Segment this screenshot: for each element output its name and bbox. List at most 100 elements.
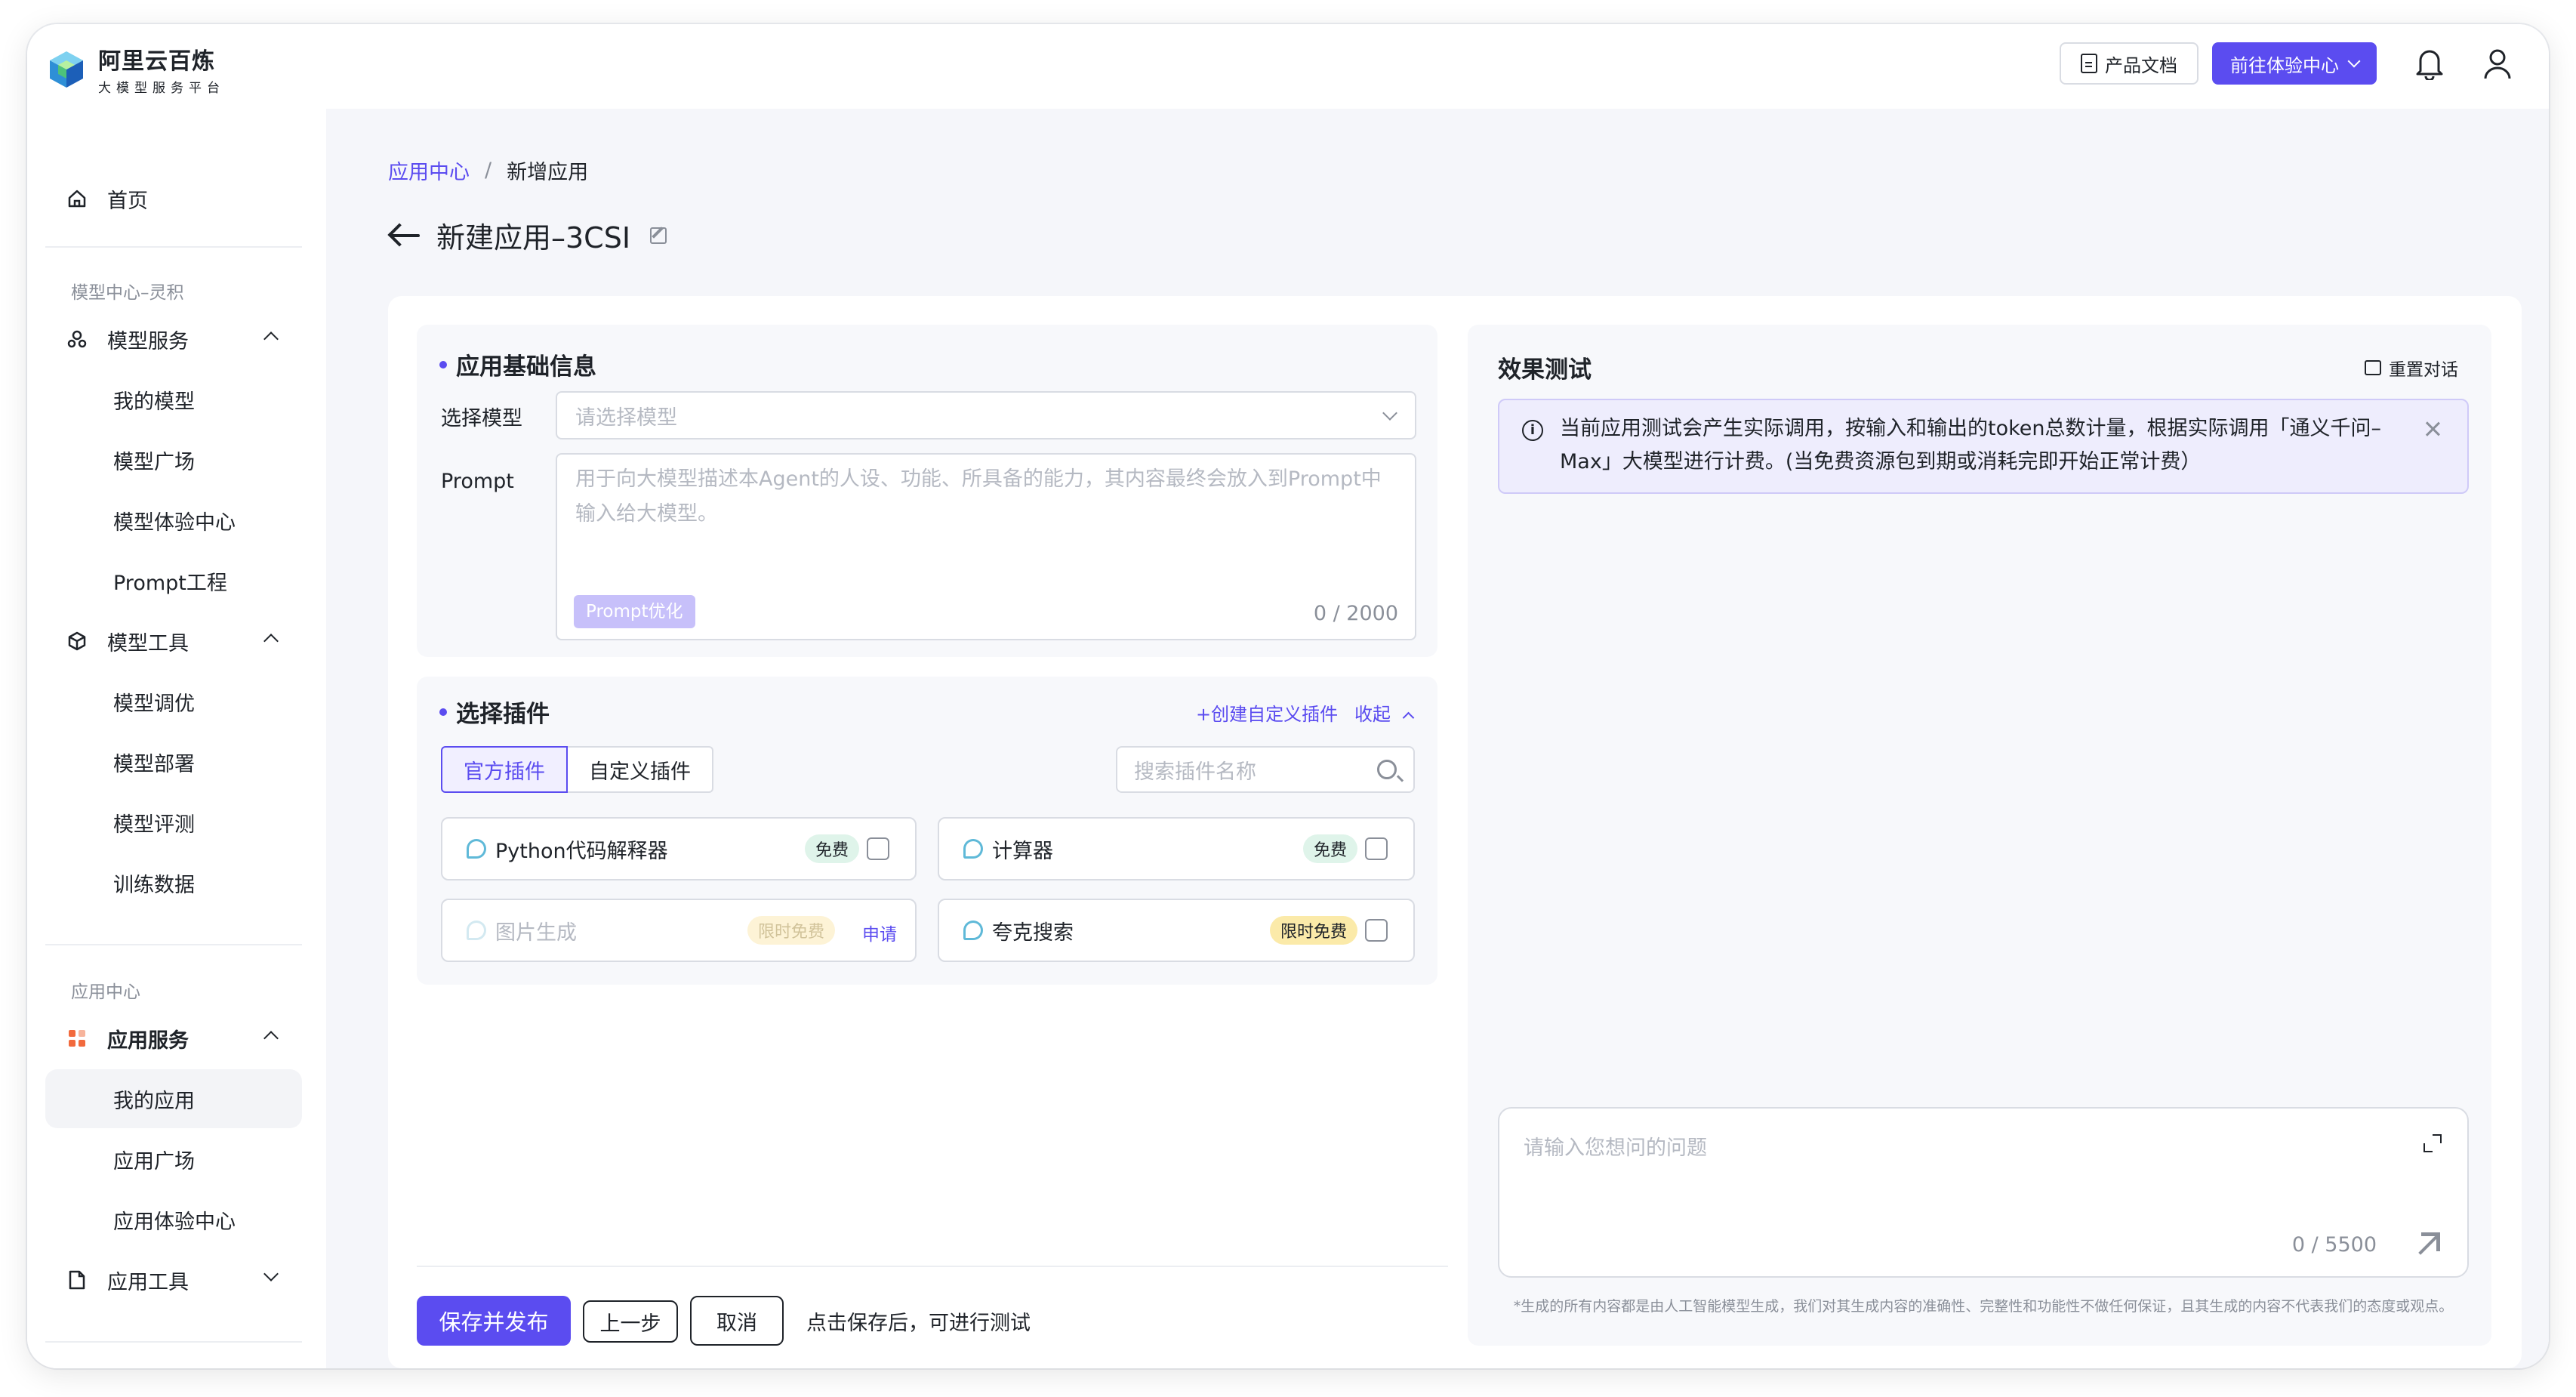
sidebar-item-model-tuning[interactable]: 模型调优 bbox=[45, 672, 302, 731]
prompt-placeholder: 用于向大模型描述本Agent的人设、功能、所具备的能力，其内容最终会放入到Pro… bbox=[575, 467, 1382, 526]
sidebar-item-my-models[interactable]: 我的模型 bbox=[45, 370, 302, 429]
app-window: 阿里云百炼 大模型服务平台 产品文档 前往体验中心 首页 模型中心–灵积 模型服… bbox=[27, 24, 2549, 1368]
edit-icon[interactable] bbox=[650, 227, 667, 244]
editor-card: 应用基础信息 选择模型 请选择模型 Prompt 用于向大模型描述本Agent的… bbox=[388, 296, 2522, 1368]
sidebar-item-app-experience[interactable]: 应用体验中心 bbox=[45, 1190, 302, 1249]
reset-conversation-label: 重置对话 bbox=[2389, 360, 2458, 380]
plugin-search-input[interactable]: 搜索插件名称 bbox=[1116, 746, 1415, 793]
chevron-down-icon bbox=[2347, 54, 2361, 68]
model-select[interactable]: 请选择模型 bbox=[556, 391, 1416, 439]
sidebar-group-label: 应用中心 bbox=[71, 982, 140, 1002]
user-icon[interactable] bbox=[2482, 47, 2513, 80]
back-arrow-icon[interactable] bbox=[388, 224, 421, 247]
info-icon: i bbox=[1522, 420, 1543, 441]
prompt-optimize-button[interactable]: Prompt优化 bbox=[574, 595, 695, 628]
create-plugin-link[interactable]: +创建自定义插件 bbox=[1196, 699, 1338, 726]
plugin-card-python[interactable]: Python代码解释器 免费 bbox=[441, 817, 917, 880]
question-input-counter: 0 / 5500 bbox=[2291, 1233, 2377, 1257]
docs-button[interactable]: 产品文档 bbox=[2060, 42, 2199, 85]
plugins-title: 选择插件 bbox=[439, 695, 550, 729]
reset-conversation-button[interactable]: 重置对话 bbox=[2365, 355, 2458, 381]
basic-info-title: 应用基础信息 bbox=[439, 347, 596, 381]
chevron-down-icon bbox=[1382, 406, 1397, 421]
sidebar-item-model-deploy[interactable]: 模型部署 bbox=[45, 732, 302, 791]
previous-step-button[interactable]: 上一步 bbox=[583, 1300, 678, 1343]
experience-center-label: 前往体验中心 bbox=[2230, 54, 2339, 76]
brand-tagline: 大模型服务平台 bbox=[98, 81, 225, 96]
plugins-panel: 选择插件 +创建自定义插件 收起 官方插件 自定义插件 搜索插件名称 Pytho… bbox=[417, 677, 1437, 985]
sidebar-item-my-apps[interactable]: 我的应用 bbox=[45, 1069, 302, 1128]
sidebar-item-prompt-engineering[interactable]: Prompt工程 bbox=[45, 551, 302, 610]
brand-logo[interactable]: 阿里云百炼 大模型服务平台 bbox=[45, 42, 225, 96]
save-publish-button[interactable]: 保存并发布 bbox=[417, 1296, 571, 1346]
collapse-link[interactable]: 收起 bbox=[1354, 699, 1414, 726]
plugin-checkbox[interactable] bbox=[1365, 919, 1388, 942]
ai-disclaimer: *生成的所有内容都是由人工智能模型生成，我们对其生成内容的准确性、完整性和功能性… bbox=[1513, 1298, 2454, 1315]
plugin-checkbox[interactable] bbox=[867, 837, 889, 860]
sidebar-item-app-tools[interactable]: 应用工具 bbox=[45, 1251, 302, 1309]
prompt-counter: 0 / 2000 bbox=[1313, 602, 1398, 625]
prompt-label: Prompt bbox=[441, 470, 514, 493]
sidebar-item-label: 模型服务 bbox=[107, 329, 189, 353]
sidebar-item-label: 应用服务 bbox=[107, 1028, 189, 1053]
cube-icon bbox=[68, 631, 86, 651]
reset-icon bbox=[2365, 360, 2381, 375]
sidebar-item-app-service[interactable]: 应用服务 bbox=[45, 1009, 302, 1068]
prompt-textarea[interactable]: 用于向大模型描述本Agent的人设、功能、所具备的能力，其内容最终会放入到Pro… bbox=[556, 453, 1416, 640]
docs-button-label: 产品文档 bbox=[2105, 54, 2177, 76]
sidebar-item-training-data[interactable]: 训练数据 bbox=[45, 853, 302, 912]
file-icon bbox=[69, 1270, 85, 1290]
sidebar-item-model-eval[interactable]: 模型评测 bbox=[45, 793, 302, 852]
sidebar-item-model-plaza[interactable]: 模型广场 bbox=[45, 430, 302, 489]
app-grid-icon bbox=[69, 1030, 85, 1047]
cube-logo-icon bbox=[50, 51, 83, 88]
plugin-card-calculator[interactable]: 计算器 免费 bbox=[938, 817, 1415, 880]
tab-official-plugins[interactable]: 官方插件 bbox=[441, 746, 568, 793]
question-input[interactable]: 请输入您想问的问题 0 / 5500 bbox=[1498, 1107, 2469, 1278]
sidebar-item-model-service[interactable]: 模型服务 bbox=[45, 310, 302, 369]
free-badge: 免费 bbox=[804, 834, 859, 863]
basic-info-panel: 应用基础信息 选择模型 请选择模型 Prompt 用于向大模型描述本Agent的… bbox=[417, 325, 1437, 657]
tab-custom-plugins[interactable]: 自定义插件 bbox=[568, 746, 713, 793]
sidebar: 首页 模型中心–灵积 模型服务 我的模型 模型广场 模型体验中心 Prompt工… bbox=[27, 109, 326, 1368]
sidebar-item-label: 首页 bbox=[107, 189, 148, 213]
free-badge: 免费 bbox=[1302, 834, 1357, 863]
send-icon[interactable] bbox=[2414, 1232, 2440, 1258]
experience-center-button[interactable]: 前往体验中心 bbox=[2212, 42, 2377, 85]
main-content: 应用中心 / 新增应用 新建应用–3CSI 应用基础信息 选择模型 请选择模型 bbox=[326, 109, 2549, 1368]
divider bbox=[45, 246, 302, 248]
sidebar-item-label: 模型工具 bbox=[107, 631, 189, 655]
chevron-up-icon bbox=[263, 634, 279, 649]
plugin-card-image-gen: 图片生成 限时免费 申请 bbox=[441, 899, 917, 962]
sidebar-group-label: 模型中心–灵积 bbox=[71, 283, 184, 303]
close-icon[interactable] bbox=[2422, 418, 2443, 439]
plugin-card-quark-search[interactable]: 夸克搜索 限时免费 bbox=[938, 899, 1415, 962]
document-icon bbox=[2081, 54, 2097, 73]
plugin-icon bbox=[467, 839, 486, 859]
brand-name: 阿里云百炼 bbox=[98, 48, 215, 75]
apply-link[interactable]: 申请 bbox=[862, 920, 897, 945]
sidebar-item-home[interactable]: 首页 bbox=[45, 169, 302, 228]
plugin-tabs: 官方插件 自定义插件 bbox=[441, 746, 713, 793]
divider bbox=[45, 944, 302, 945]
model-select-placeholder: 请选择模型 bbox=[575, 406, 677, 430]
billing-notice: i 当前应用测试会产生实际调用，按输入和输出的token总数计量，根据实际调用「… bbox=[1498, 399, 2469, 494]
plugin-name: 图片生成 bbox=[495, 921, 577, 945]
breadcrumb-parent-link[interactable]: 应用中心 bbox=[388, 156, 470, 185]
divider bbox=[45, 1341, 302, 1343]
bell-icon[interactable] bbox=[2414, 47, 2445, 80]
chevron-up-icon bbox=[1402, 711, 1414, 724]
plugin-name: 计算器 bbox=[992, 839, 1053, 863]
breadcrumb-separator: / bbox=[485, 159, 492, 182]
plugin-icon bbox=[963, 921, 983, 940]
sidebar-item-app-plaza[interactable]: 应用广场 bbox=[45, 1130, 302, 1189]
cancel-button[interactable]: 取消 bbox=[690, 1296, 784, 1346]
plugin-checkbox[interactable] bbox=[1365, 837, 1388, 860]
page-header: 新建应用–3CSI bbox=[388, 214, 667, 256]
breadcrumb-current: 新增应用 bbox=[507, 161, 589, 184]
plugin-icon bbox=[963, 839, 983, 859]
plugin-search-placeholder: 搜索插件名称 bbox=[1134, 760, 1256, 784]
sidebar-item-model-experience[interactable]: 模型体验中心 bbox=[45, 491, 302, 550]
sidebar-item-model-tools[interactable]: 模型工具 bbox=[45, 612, 302, 671]
expand-icon[interactable] bbox=[2423, 1134, 2442, 1152]
